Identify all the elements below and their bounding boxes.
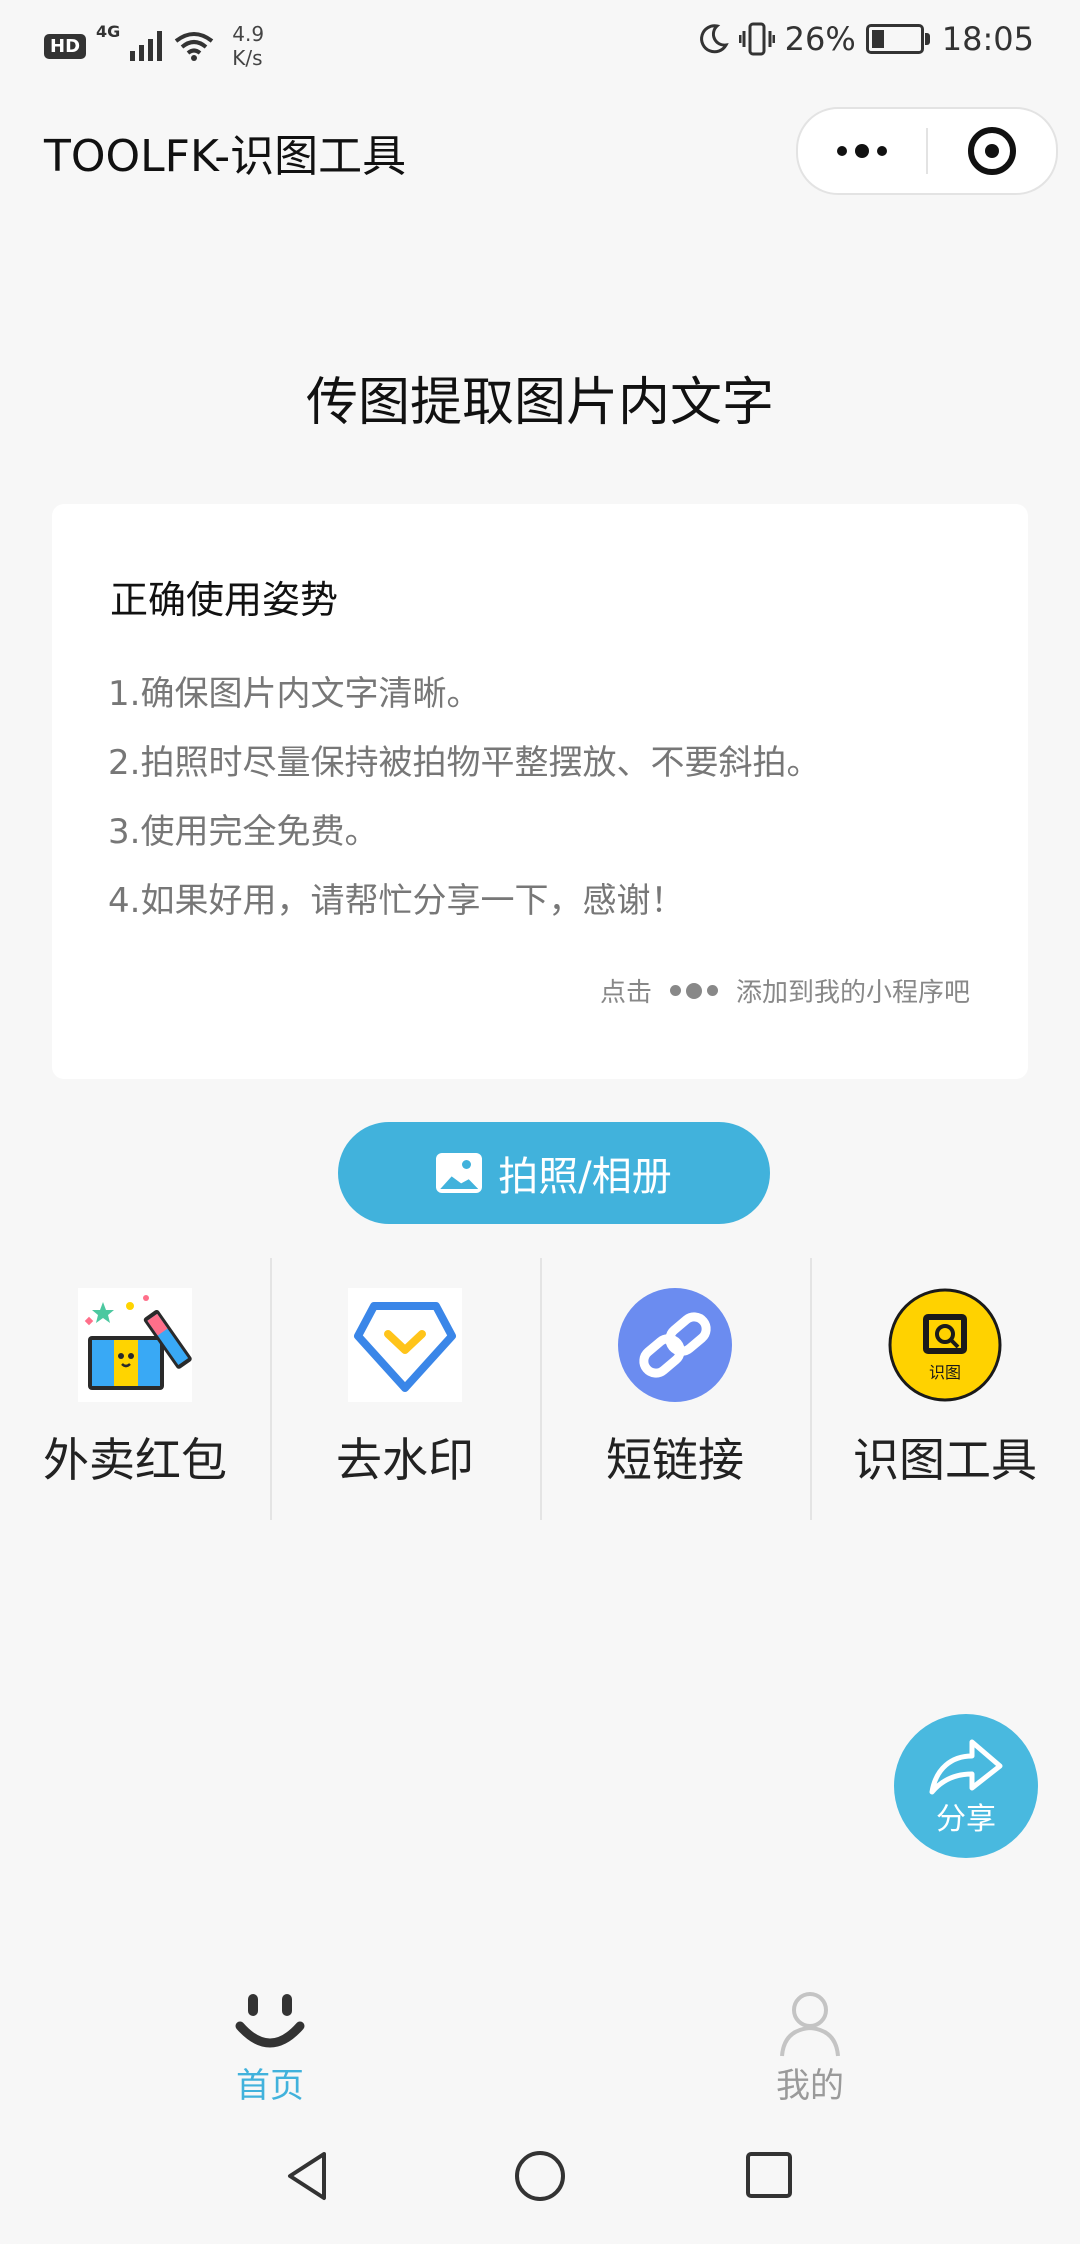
network-type: 4G (96, 22, 121, 41)
svg-text:识图: 识图 (929, 1363, 961, 1382)
share-arrow-icon (929, 1739, 1003, 1795)
speed-value: 4.9 (232, 22, 265, 46)
network-speed: 4.9 K/s (232, 22, 264, 70)
page-headline: 传图提取图片内文字 (305, 373, 774, 433)
image-icon (436, 1153, 483, 1193)
share-label: 分享 (936, 1802, 996, 1837)
recents-icon[interactable] (742, 2148, 798, 2204)
tab-bar: 首页 我的 (0, 1958, 1080, 2108)
link-icon (618, 1288, 732, 1402)
diamond-check-icon (348, 1288, 462, 1402)
user-icon (780, 1992, 840, 2057)
tool-takeout-coupon[interactable]: 外卖红包 (0, 1258, 270, 1520)
tips-card: 正确使用姿势 1.确保图片内文字清晰。 2.拍照时尽量保持被拍物平整摆放、不要斜… (52, 504, 1028, 1079)
more-dots-icon[interactable] (798, 109, 926, 193)
tips-title: 正确使用姿势 (110, 578, 339, 622)
tab-home[interactable]: 首页 (0, 1958, 540, 2108)
tip-item: 3.使用完全免费。 (108, 812, 379, 852)
battery-icon (865, 24, 930, 54)
tool-image-recognition[interactable]: 识图 识图工具 (810, 1258, 1080, 1520)
tab-mine[interactable]: 我的 (540, 1958, 1080, 2108)
battery-percent: 26% (784, 20, 856, 58)
tool-label: 去水印 (336, 1433, 474, 1487)
status-bar: HD 4G 4.9 K/s 26% 18:05 (0, 0, 1080, 90)
add-to-favorites-hint: 点击 添加到我的小程序吧 (600, 972, 970, 1009)
moon-icon (699, 24, 729, 54)
photo-album-label: 拍照/相册 (498, 1154, 672, 1200)
share-button[interactable]: 分享 (894, 1714, 1038, 1858)
back-icon[interactable] (280, 2148, 336, 2204)
system-nav-bar (0, 2108, 1080, 2244)
status-right: 26% 18:05 (697, 20, 1034, 58)
vibrate-icon (738, 22, 775, 56)
more-dots-icon (669, 982, 718, 999)
tip-item: 1.确保图片内文字清晰。 (108, 674, 481, 714)
clock: 18:05 (941, 20, 1034, 58)
wifi-icon (175, 32, 214, 61)
tool-label: 识图工具 (853, 1433, 1037, 1487)
tips-list: 1.确保图片内文字清晰。 2.拍照时尽量保持被拍物平整摆放、不要斜拍。 3.使用… (108, 674, 820, 950)
signal-icon (130, 31, 163, 61)
mini-program-capsule (796, 107, 1058, 195)
battery-level (871, 30, 884, 48)
app-title: TOOLFK-识图工具 (44, 131, 407, 182)
tip-item: 4.如果好用，请帮忙分享一下，感谢！ (108, 881, 685, 921)
tool-label: 外卖红包 (43, 1433, 227, 1487)
close-button[interactable] (928, 127, 1056, 175)
photo-album-button[interactable]: 拍照/相册 (338, 1122, 770, 1224)
tool-remove-watermark[interactable]: 去水印 (270, 1258, 540, 1520)
smile-icon (235, 1994, 305, 2048)
hint-suffix: 添加到我的小程序吧 (735, 978, 970, 1008)
gift-box-icon (78, 1288, 192, 1402)
hd-badge: HD (44, 33, 87, 59)
tab-label: 首页 (236, 2066, 304, 2106)
hint-prefix: 点击 (599, 978, 652, 1008)
tool-label: 短链接 (606, 1433, 744, 1487)
target-close-icon (968, 127, 1016, 175)
home-icon[interactable] (512, 2148, 568, 2204)
tab-label: 我的 (776, 2066, 844, 2106)
status-left: HD 4G 4.9 K/s (44, 22, 264, 70)
scan-image-icon: 识图 (888, 1288, 1002, 1402)
tip-item: 2.拍照时尽量保持被拍物平整摆放、不要斜拍。 (108, 743, 821, 783)
tools-grid: 外卖红包 去水印 短链接 识图 识图工具 (0, 1258, 1080, 1520)
tool-short-link[interactable]: 短链接 (540, 1258, 810, 1520)
speed-unit: K/s (232, 46, 263, 70)
